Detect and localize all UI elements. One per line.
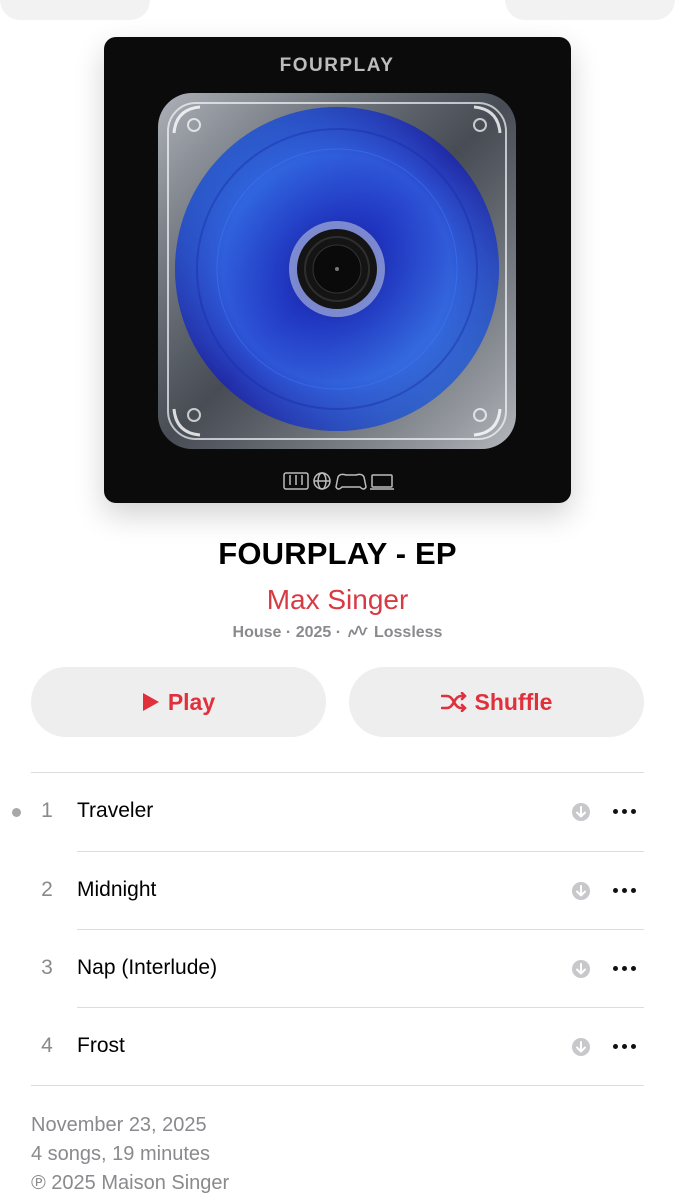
- track-number: 4: [41, 1034, 53, 1057]
- year-label: 2025: [295, 624, 332, 641]
- more-options-icon[interactable]: [608, 880, 640, 900]
- more-options-icon[interactable]: [608, 958, 640, 978]
- release-date: November 23, 2025: [31, 1114, 207, 1136]
- track-row[interactable]: 3 Nap (Interlude): [0, 930, 675, 1008]
- track-title: Nap (Interlude): [77, 956, 218, 979]
- lossless-icon: [347, 625, 368, 644]
- track-row[interactable]: 1 Traveler: [0, 773, 675, 851]
- top-actions-hint[interactable]: [505, 0, 675, 20]
- album-artwork-image: FOURPLAY: [158, 55, 516, 490]
- track-number: 2: [41, 878, 53, 901]
- artist-link[interactable]: Max Singer: [0, 584, 675, 616]
- shuffle-icon: [440, 692, 467, 712]
- track-row[interactable]: 2 Midnight: [0, 852, 675, 930]
- download-icon[interactable]: [571, 959, 591, 984]
- album-summary: 4 songs, 19 minutes: [31, 1143, 210, 1165]
- artwork-brand-text: FOURPLAY: [280, 55, 395, 76]
- album-page: FOURPLAY FOURPLAY - EP Max Singer House …: [0, 0, 675, 1200]
- download-icon[interactable]: [571, 802, 591, 827]
- album-meta: House · 2025 · Lossless: [0, 624, 675, 644]
- play-button[interactable]: Play: [31, 667, 326, 737]
- more-options-icon[interactable]: [608, 1036, 640, 1056]
- track-title: Midnight: [77, 878, 157, 901]
- shuffle-button[interactable]: Shuffle: [349, 667, 644, 737]
- track-row[interactable]: 4 Frost: [0, 1008, 675, 1086]
- album-title: FOURPLAY - EP: [218, 536, 457, 571]
- track-number: 3: [41, 956, 53, 979]
- track-title: Frost: [77, 1034, 125, 1057]
- artwork-icons: [283, 472, 394, 490]
- download-icon[interactable]: [571, 881, 591, 906]
- genre-label: House: [232, 624, 282, 641]
- list-bottom-divider: [31, 1085, 644, 1086]
- play-icon: [142, 692, 160, 712]
- track-title: Traveler: [77, 799, 154, 822]
- quality-label: Lossless: [373, 624, 443, 641]
- now-playing-indicator: [12, 808, 21, 817]
- shuffle-label: Shuffle: [474, 688, 553, 715]
- back-button-hint[interactable]: [0, 0, 150, 20]
- more-options-icon[interactable]: [608, 801, 640, 821]
- track-number: 1: [41, 799, 53, 822]
- album-artwork[interactable]: FOURPLAY: [104, 37, 571, 503]
- copyright: ℗ 2025 Maison Singer: [31, 1172, 230, 1194]
- download-icon[interactable]: [571, 1037, 591, 1062]
- play-label: Play: [167, 688, 216, 715]
